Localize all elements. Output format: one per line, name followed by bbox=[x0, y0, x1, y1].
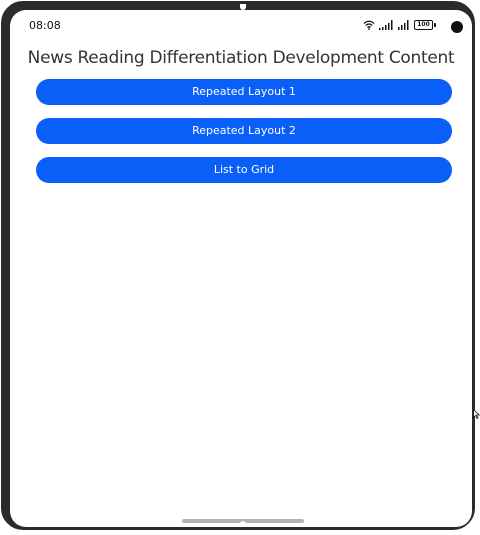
list-to-grid-button[interactable]: List to Grid bbox=[36, 157, 452, 183]
wifi-icon bbox=[363, 20, 375, 30]
repeated-layout-1-button[interactable]: Repeated Layout 1 bbox=[36, 79, 452, 105]
status-time: 08:08 bbox=[29, 19, 61, 32]
page-title: News Reading Differentiation Development… bbox=[27, 48, 455, 68]
device-frame: 08:08 100 News Reading Differentiation D… bbox=[1, 1, 475, 530]
signal-icon-2 bbox=[398, 20, 410, 30]
hinge-notch-bottom bbox=[240, 521, 246, 527]
app-screen: 08:08 100 News Reading Differentiation D… bbox=[10, 10, 472, 527]
battery-tip bbox=[434, 23, 436, 27]
repeated-layout-2-button[interactable]: Repeated Layout 2 bbox=[36, 118, 452, 144]
battery-level: 100 bbox=[414, 20, 433, 30]
status-icons: 100 bbox=[363, 19, 436, 31]
battery-icon: 100 bbox=[414, 20, 436, 30]
status-bar: 08:08 100 bbox=[10, 10, 472, 38]
hinge-notch-top bbox=[240, 4, 246, 10]
signal-icon bbox=[379, 20, 394, 30]
camera-icon bbox=[451, 21, 463, 33]
cursor-icon bbox=[473, 404, 480, 423]
